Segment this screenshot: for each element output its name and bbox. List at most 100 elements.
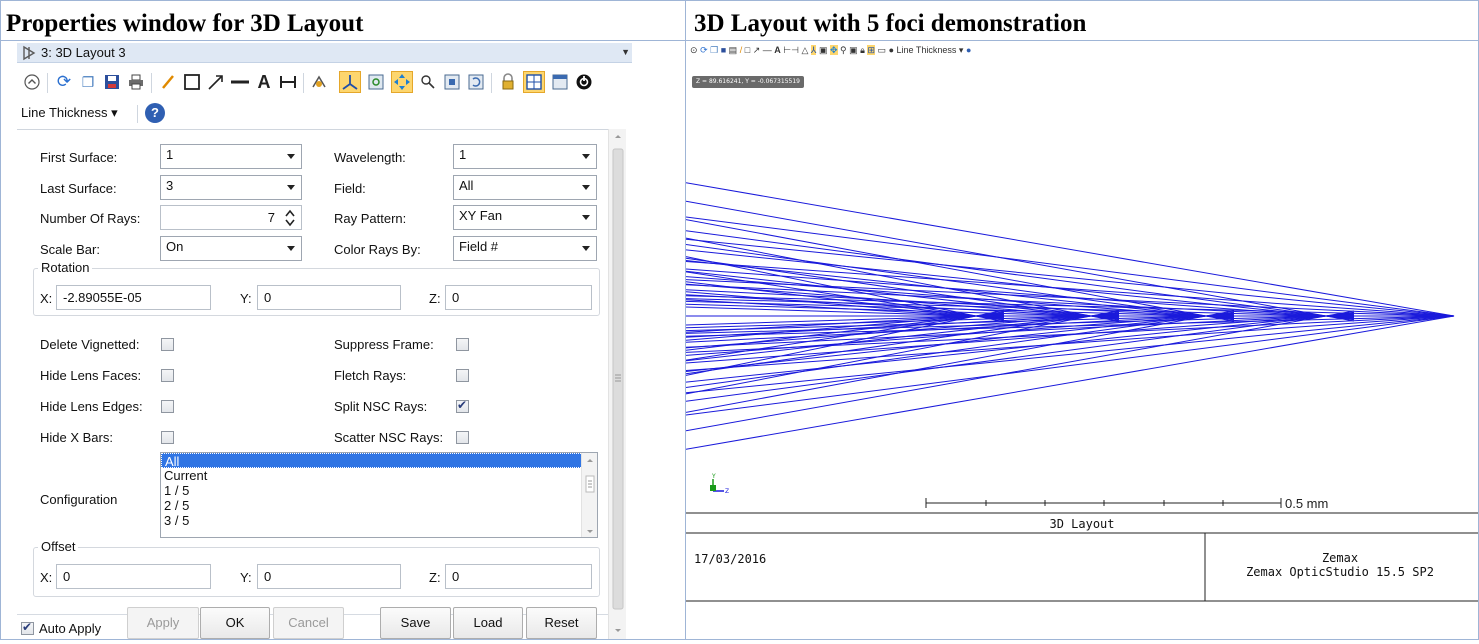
split-nsc-rays-checkbox[interactable] <box>456 398 469 413</box>
first-surface-dropdown[interactable]: 1 <box>160 144 302 169</box>
rotation-title: Rotation <box>38 260 93 275</box>
rotation-x-input[interactable]: -2.89055E-05 <box>56 285 211 310</box>
offset-x-label: X: <box>40 570 53 585</box>
window-title: 3: 3D Layout 3 <box>41 45 126 60</box>
offset-z-input[interactable]: 0 <box>445 564 592 589</box>
wavelength-dropdown[interactable]: 1 <box>453 144 597 169</box>
axis-z-label: Z <box>725 488 729 495</box>
ok-button[interactable]: OK <box>200 607 270 639</box>
toolbar-separator <box>151 73 152 93</box>
axis-indicator-icon: Y Z <box>710 473 729 495</box>
help-icon[interactable]: ? <box>145 103 165 123</box>
field-dropdown[interactable]: All <box>453 175 597 200</box>
fletch-rays-checkbox[interactable] <box>456 369 469 382</box>
chevron-down-icon <box>582 215 590 220</box>
last-surface-dropdown[interactable]: 3 <box>160 175 302 200</box>
list-item[interactable]: 3 / 5 <box>161 513 597 528</box>
delete-vignetted-checkbox[interactable] <box>161 338 174 351</box>
scale-bar-value: On <box>166 239 184 254</box>
pan-icon[interactable] <box>391 71 413 93</box>
hide-x-bars-label: Hide X Bars: <box>40 430 113 445</box>
hide-lens-faces-label: Hide Lens Faces: <box>40 368 142 383</box>
product-name: Zemax OpticStudio 15.5 SP2 <box>1246 565 1434 579</box>
lock-icon[interactable] <box>497 71 519 93</box>
apply-button[interactable]: Apply <box>127 607 199 639</box>
offset-x-input[interactable]: 0 <box>56 564 211 589</box>
hide-lens-edges-label: Hide Lens Edges: <box>40 399 143 414</box>
scale-bar-dropdown[interactable]: On <box>160 236 302 261</box>
toolbar-separator <box>47 73 48 93</box>
power-icon[interactable] <box>573 71 595 93</box>
refresh-icon[interactable]: ⟳ <box>53 71 75 93</box>
magnifier-icon[interactable] <box>417 71 439 93</box>
ray-pattern-dropdown[interactable]: XY Fan <box>453 205 597 230</box>
zoom-window-icon[interactable] <box>365 71 387 93</box>
list-item[interactable]: 1 / 5 <box>161 483 597 498</box>
configuration-scrollbar[interactable] <box>581 453 597 537</box>
list-item[interactable]: All <box>161 453 597 469</box>
pencil-icon[interactable] <box>157 71 179 93</box>
collapse-icon[interactable] <box>21 71 43 93</box>
cancel-button[interactable]: Cancel <box>273 607 344 639</box>
axis-y-label: Y <box>711 473 716 480</box>
spin-arrows-icon[interactable] <box>285 209 295 227</box>
company-name: Zemax <box>1322 551 1358 565</box>
load-button[interactable]: Load <box>453 607 523 639</box>
save-icon[interactable] <box>101 71 123 93</box>
copy-icon[interactable]: ❐ <box>77 71 99 93</box>
offset-z-label: Z: <box>429 570 441 585</box>
secondary-toolbar: Line Thickness ▾ ? <box>17 101 632 129</box>
rectangle-icon[interactable] <box>181 71 203 93</box>
ray-trace-plot[interactable]: Y Z 0.5 mm 3D Layout 17/03/2016 Zemax Ze… <box>686 41 1478 639</box>
ray-line <box>686 315 1327 402</box>
first-surface-label: First Surface: <box>40 150 118 165</box>
text-icon[interactable]: A <box>253 71 275 93</box>
offset-y-input[interactable]: 0 <box>257 564 401 589</box>
rotation-z-input[interactable]: 0 <box>445 285 592 310</box>
chevron-down-icon <box>582 185 590 190</box>
window-menu-icon[interactable]: ▼ <box>621 47 630 57</box>
window-settings-icon[interactable] <box>549 71 571 93</box>
ray-pattern-value: XY Fan <box>459 208 503 223</box>
plot-title: 3D Layout <box>1049 517 1114 531</box>
arrow-icon[interactable] <box>205 71 227 93</box>
dimension-icon[interactable] <box>277 71 299 93</box>
toolbar-separator <box>303 73 304 93</box>
zoom-fit-icon[interactable] <box>441 71 463 93</box>
suppress-frame-label: Suppress Frame: <box>334 337 434 352</box>
print-icon[interactable] <box>125 71 147 93</box>
scale-bar-label: Scale Bar: <box>40 242 100 257</box>
ray-line <box>686 230 1327 317</box>
number-of-rays-value: 7 <box>267 210 275 225</box>
auto-apply-checkbox[interactable] <box>21 620 34 635</box>
wavelength-label: Wavelength: <box>334 150 406 165</box>
configuration-listbox[interactable]: All Current 1 / 5 2 / 5 3 / 5 <box>160 452 598 538</box>
suppress-frame-checkbox[interactable] <box>456 338 469 351</box>
number-of-rays-stepper[interactable]: 7 <box>160 205 302 230</box>
line-icon[interactable] <box>229 71 251 93</box>
axis-icon[interactable] <box>339 71 361 93</box>
rotation-x-label: X: <box>40 291 53 306</box>
panel-scrollbar[interactable] <box>608 129 626 639</box>
first-surface-value: 1 <box>166 147 174 162</box>
color-rays-by-dropdown[interactable]: Field # <box>453 236 597 261</box>
scale-bar: 0.5 mm <box>925 496 1328 511</box>
toolbar-separator <box>491 73 492 93</box>
reset-view-icon[interactable] <box>465 71 487 93</box>
hide-lens-faces-checkbox[interactable] <box>161 369 174 382</box>
rotation-y-input[interactable]: 0 <box>257 285 401 310</box>
field-label: Field: <box>334 181 366 196</box>
auto-apply-label: Auto Apply <box>39 621 102 636</box>
scatter-nsc-rays-checkbox[interactable] <box>456 431 469 444</box>
reset-button[interactable]: Reset <box>526 607 597 639</box>
grid-icon[interactable] <box>523 71 545 93</box>
right-caption: 3D Layout with 5 foci demonstration <box>694 10 1087 37</box>
list-item[interactable]: 2 / 5 <box>161 498 597 513</box>
hide-x-bars-checkbox[interactable] <box>161 431 174 444</box>
ray-pattern-label: Ray Pattern: <box>334 211 407 226</box>
line-thickness-dropdown[interactable]: Line Thickness ▾ <box>21 105 118 121</box>
rotate-tool-icon[interactable] <box>309 71 331 93</box>
save-button[interactable]: Save <box>380 607 451 639</box>
list-item[interactable]: Current <box>161 468 597 483</box>
hide-lens-edges-checkbox[interactable] <box>161 400 174 413</box>
